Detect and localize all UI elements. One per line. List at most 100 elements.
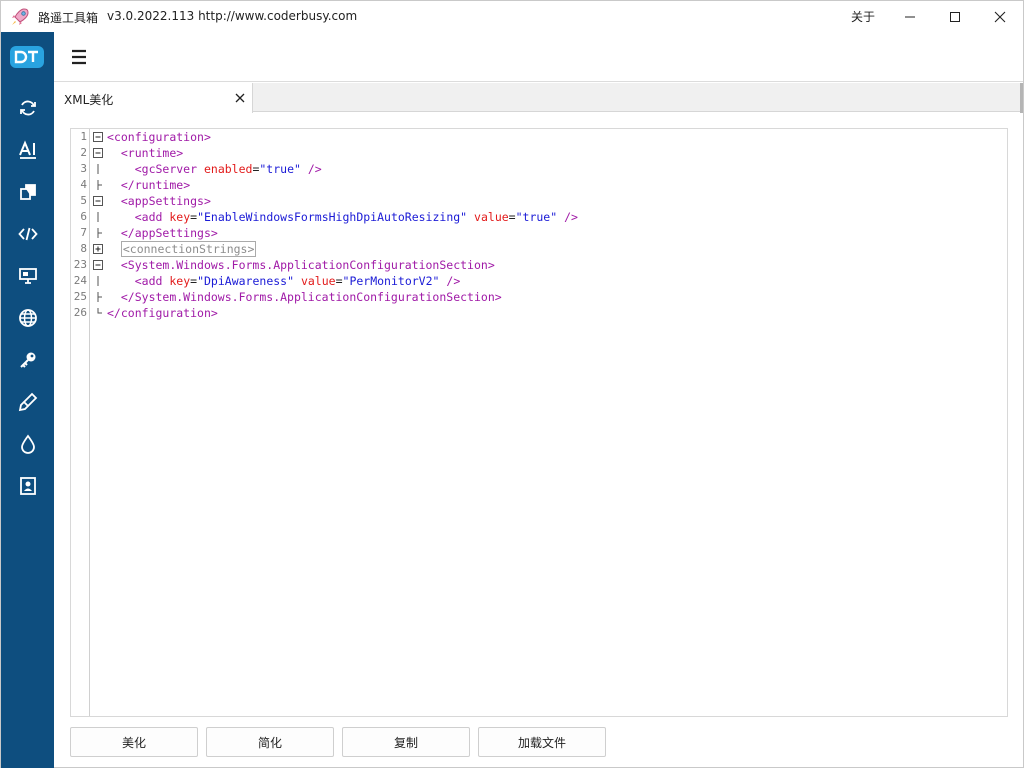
sidebar-item-drop[interactable] (1, 423, 54, 465)
app-title: 路遥工具箱 (38, 11, 99, 25)
code-line[interactable]: 3 <gcServer enabled="true" /> (71, 161, 1007, 177)
xml-tag-name: add (141, 210, 163, 224)
code-text: <add key = "EnableWindowsFormsHighDpiAutoR… (107, 209, 578, 225)
title-bar[interactable]: 路遥工具箱 v3.0.2022.113 http://www.coderbusy… (1, 1, 1023, 32)
xml-bracket: /> (446, 274, 461, 288)
sidebar (1, 32, 54, 768)
xml-bracket: /> (307, 162, 322, 176)
fold-expand-icon[interactable] (93, 244, 103, 254)
code-text: </appSettings> (107, 225, 218, 241)
collapsed-region[interactable]: <connectionStrings> (120, 241, 257, 257)
xml-equals: = (508, 210, 516, 224)
sidebar-item-key[interactable] (1, 339, 54, 381)
sidebar-item-monitor[interactable] (1, 255, 54, 297)
xml-attribute: key (169, 274, 191, 288)
code-line[interactable]: 6 <add key = "EnableWindowsFormsHighDpiAut… (71, 209, 1007, 225)
xml-bracket: /> (564, 210, 578, 224)
xml-bracket: </ (107, 306, 121, 320)
xml-bracket: < (120, 146, 128, 160)
rocket-app-icon (12, 8, 29, 25)
tab-close-icon[interactable] (234, 92, 246, 104)
code-line[interactable]: 26 </configuration> (71, 305, 1007, 321)
xml-value: "EnableWindowsFormsHighDpiAutoResizing" (197, 210, 468, 224)
xml-bracket: </ (120, 178, 135, 192)
fold-guide-icon (97, 308, 102, 314)
sidebar-item-brush[interactable] (1, 381, 54, 423)
fold-guide-icon (97, 212, 99, 222)
globe-icon (18, 309, 37, 327)
code-line[interactable]: 7 </appSettings> (71, 225, 1007, 241)
xml-bracket: > (210, 306, 218, 320)
minimize-button[interactable] (887, 1, 933, 32)
load-file-button[interactable]: 加载文件 (478, 727, 606, 757)
xml-tag-name: System.Windows.Forms.ApplicationConfigur… (134, 290, 495, 304)
xml-tag-name: appSettings (134, 226, 211, 240)
sidebar-item-code[interactable] (1, 213, 54, 255)
xml-value: "DpiAwareness" (197, 274, 295, 288)
fold-collapse-icon[interactable] (93, 260, 103, 270)
brush-icon (18, 392, 37, 412)
sidebar-item-globe[interactable] (1, 297, 54, 339)
code-line[interactable]: 24 <add key="DpiAwareness" value="PerMon… (71, 273, 1007, 289)
code-text: <System.Windows.Forms.ApplicationConfigu… (107, 257, 495, 273)
line-number: 24 (73, 274, 87, 287)
fold-collapse-icon[interactable] (93, 132, 103, 142)
code-line[interactable]: 2 <runtime> (71, 145, 1007, 161)
hamburger-menu-icon[interactable] (69, 47, 89, 67)
line-number: 1 (80, 130, 87, 143)
xml-attribute: value (300, 274, 336, 288)
xml-equals: = (335, 274, 343, 288)
line-number: 6 (80, 210, 87, 223)
sidebar-item-ai-text[interactable] (1, 129, 54, 171)
xml-tag-name: appSettings (127, 194, 204, 208)
xml-bracket: < (134, 162, 142, 176)
code-line[interactable]: 23 <System.Windows.Forms.ApplicationConf… (71, 257, 1007, 273)
fold-guide-icon (97, 180, 102, 190)
about-button[interactable]: 关于 (841, 1, 885, 32)
xml-tag-name: gcServer (141, 162, 198, 176)
tab-xml-beautify[interactable]: XML美化 (54, 83, 253, 113)
monitor-icon (18, 268, 37, 284)
line-number: 26 (73, 306, 87, 319)
code-line[interactable]: 8 <connectionStrings> (71, 241, 1007, 257)
xml-bracket: </ (120, 226, 135, 240)
image-frame-icon (19, 477, 36, 495)
close-window-button[interactable] (977, 1, 1023, 32)
xml-tag-name: System.Windows.Forms.ApplicationConfigur… (127, 258, 488, 272)
xml-value: "PerMonitorV2" (342, 274, 440, 288)
code-line[interactable]: 25 </System.Windows.Forms.ApplicationCon… (71, 289, 1007, 305)
xml-editor[interactable]: 1 <configuration> 2 <runtime> 3 <gcServer e… (70, 128, 1008, 717)
xml-value: "true" (515, 210, 558, 224)
code-line[interactable]: 1 <configuration> (71, 129, 1007, 145)
key-icon (19, 352, 35, 368)
sidebar-item-refresh[interactable] (1, 87, 54, 129)
fold-collapse-icon[interactable] (93, 196, 103, 206)
maximize-button[interactable] (932, 1, 978, 32)
beautify-button[interactable]: 美化 (70, 727, 198, 757)
sidebar-item-copy[interactable] (1, 171, 54, 213)
fold-collapse-icon[interactable] (93, 148, 103, 158)
sidebar-item-image-frame[interactable] (1, 465, 54, 507)
xml-bracket: > (203, 194, 211, 208)
line-number: 5 (80, 194, 87, 207)
xml-bracket: < (107, 130, 114, 144)
xml-attribute: value (474, 210, 509, 224)
copy-icon (19, 184, 36, 200)
code-text: <configuration> (107, 129, 211, 145)
code-line[interactable]: 4 </runtime> (71, 177, 1007, 193)
xml-bracket: > (203, 130, 211, 144)
code-text: <add key="DpiAwareness" value="PerMonito… (107, 273, 461, 289)
copy-button[interactable]: 复制 (342, 727, 470, 757)
tab-strip: XML美化 (54, 83, 1023, 113)
code-text: </System.Windows.Forms.ApplicationConfig… (107, 289, 502, 305)
code-line[interactable]: 5 <appSettings> (71, 193, 1007, 209)
content-toolbar (54, 32, 1023, 82)
simplify-button[interactable]: 简化 (206, 727, 334, 757)
